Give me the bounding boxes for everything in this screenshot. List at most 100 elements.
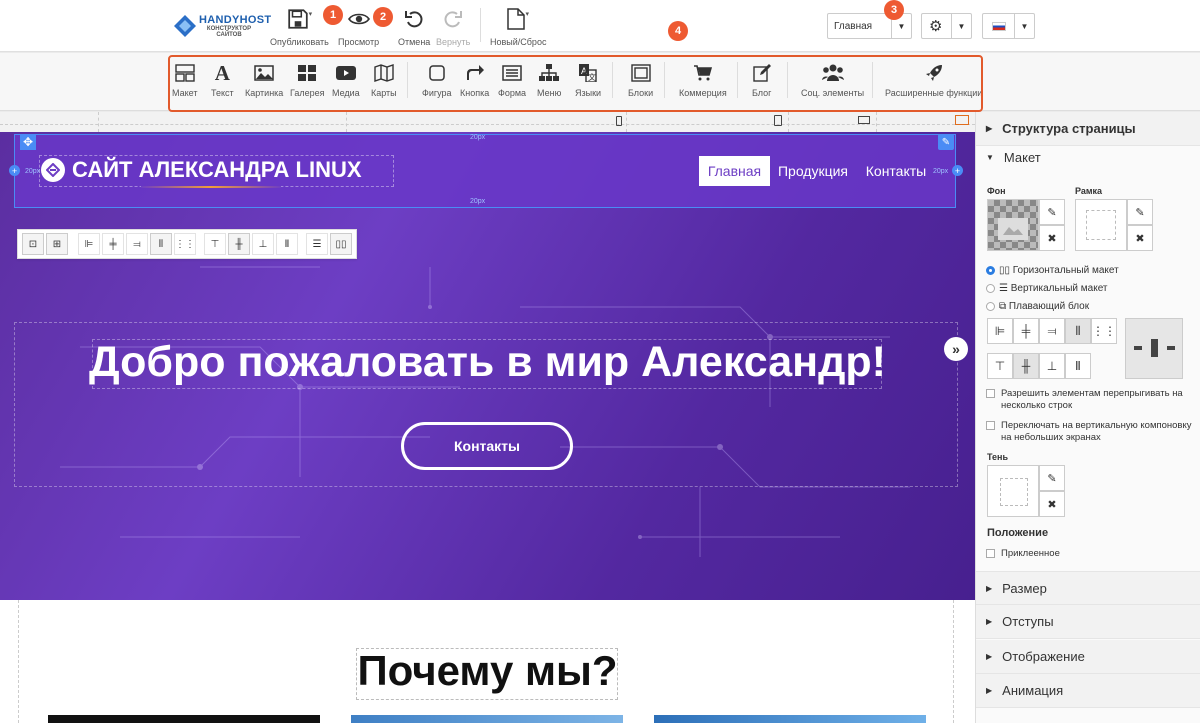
stretch-icon[interactable]: Ⅱ bbox=[276, 233, 298, 255]
border-label: Рамка bbox=[1075, 186, 1103, 196]
new-reset-button[interactable]: ▾ Новый/Сброс bbox=[490, 6, 546, 47]
brand-title[interactable]: САЙТ АЛЕКСАНДРА LINUX bbox=[72, 157, 362, 183]
redo-label: Вернуть bbox=[436, 37, 471, 47]
align-top-icon[interactable]: ⊤ bbox=[204, 233, 226, 255]
layout-option-horizontal[interactable]: ▯▯ Горизонтальный макет bbox=[986, 262, 1119, 280]
page-canvas[interactable]: Добро пожаловать в мир Александр! Контак… bbox=[0, 132, 975, 723]
page-select-value: Главная bbox=[834, 21, 873, 32]
display-section-header[interactable]: ▶ Отображение bbox=[976, 640, 1200, 674]
logo[interactable]: HANDYHOST КОНСТРУКТОР САЙТОВ bbox=[173, 14, 271, 38]
padding-section-header[interactable]: ▶ Отступы bbox=[976, 605, 1200, 639]
nav-item-products[interactable]: Продукция bbox=[773, 156, 853, 186]
padding-top-label: 20px bbox=[470, 134, 486, 141]
add-right-icon[interactable]: + bbox=[952, 165, 963, 176]
padding-bottom-label: 20px bbox=[470, 198, 486, 205]
align-middle-icon[interactable]: ╫ bbox=[228, 233, 250, 255]
panel-align-center-icon[interactable]: ╪ bbox=[1013, 318, 1039, 344]
padding-right-label: 20px bbox=[933, 168, 949, 175]
panel-align-top-icon[interactable]: ⊤ bbox=[987, 353, 1013, 379]
nav-item-home[interactable]: Главная bbox=[699, 156, 770, 186]
badge-3: 3 bbox=[884, 0, 904, 20]
card-image-2 bbox=[351, 715, 623, 723]
alignment-preview bbox=[1125, 318, 1183, 379]
fill-content-icon[interactable]: ⊞ bbox=[46, 233, 68, 255]
preview-label: Просмотр bbox=[338, 37, 380, 47]
panel-align-left-icon[interactable]: ⊫ bbox=[987, 318, 1013, 344]
sticky-option[interactable]: Приклеенное bbox=[986, 548, 1060, 559]
layout-option-floating[interactable]: ⧉ Плавающий блок bbox=[986, 298, 1119, 316]
badge-1: 1 bbox=[323, 5, 343, 25]
panel-align-right-icon[interactable]: ⫤ bbox=[1039, 318, 1065, 344]
site-header[interactable]: САЙТ АЛЕКСАНДРА LINUX Главная Продукция … bbox=[14, 134, 956, 208]
align-left-icon[interactable]: ⊫ bbox=[78, 233, 100, 255]
panel-space-around-icon[interactable]: ⋮⋮ bbox=[1091, 318, 1117, 344]
redo-button[interactable]: Вернуть bbox=[436, 6, 470, 47]
card-image-1 bbox=[48, 715, 320, 723]
remove-border-icon[interactable]: ✖ bbox=[1127, 225, 1153, 251]
divider bbox=[480, 8, 481, 42]
brand-underline bbox=[141, 186, 281, 188]
vertical-layout-icon[interactable]: ☰ bbox=[306, 233, 328, 255]
card-image-3 bbox=[654, 715, 926, 723]
fit-content-icon[interactable]: ⊡ bbox=[22, 233, 44, 255]
undo-button[interactable]: Отмена bbox=[398, 6, 430, 47]
floating-block-icon: ⧉ bbox=[999, 301, 1007, 312]
add-left-icon[interactable]: + bbox=[9, 165, 20, 176]
vertical-compose-option[interactable]: Переключать на вертикальную компоновку н… bbox=[986, 420, 1196, 444]
undo-icon bbox=[405, 11, 423, 28]
mobile-icon[interactable] bbox=[616, 116, 622, 126]
desktop-icon[interactable] bbox=[955, 115, 969, 125]
brand-logo-icon bbox=[41, 158, 65, 182]
hero-contact-button[interactable]: Контакты bbox=[401, 422, 573, 470]
align-bottom-icon[interactable]: ⊥ bbox=[252, 233, 274, 255]
space-between-icon[interactable]: ⦀ bbox=[150, 233, 172, 255]
save-icon bbox=[287, 9, 308, 29]
page-structure-header[interactable]: ▶ Структура страницы bbox=[976, 112, 1200, 146]
edit-pencil-icon[interactable]: ✎ bbox=[938, 134, 954, 150]
image-icon bbox=[998, 218, 1028, 240]
border-preview[interactable] bbox=[1075, 199, 1127, 251]
gear-icon: ⚙ bbox=[929, 18, 943, 35]
edit-shadow-icon[interactable]: ✎ bbox=[1039, 465, 1065, 491]
rows-icon: ☰ bbox=[999, 283, 1008, 294]
remove-background-icon[interactable]: ✖ bbox=[1039, 225, 1065, 251]
animation-section-header[interactable]: ▶ Анимация bbox=[976, 674, 1200, 708]
tablet-icon[interactable] bbox=[774, 115, 782, 126]
align-right-icon[interactable]: ⫤ bbox=[126, 233, 148, 255]
space-around-icon[interactable]: ⋮⋮ bbox=[174, 233, 196, 255]
size-section-header[interactable]: ▶ Размер bbox=[976, 571, 1200, 605]
panel-stretch-icon[interactable]: Ⅱ bbox=[1065, 353, 1091, 379]
badge-4: 4 bbox=[668, 21, 688, 41]
badge-2: 2 bbox=[373, 7, 393, 27]
edit-background-icon[interactable]: ✎ bbox=[1039, 199, 1065, 225]
wrap-option[interactable]: Разрешить элементам перепрыгивать на нес… bbox=[986, 388, 1196, 412]
publish-button[interactable]: ▾ Опубликовать bbox=[270, 6, 329, 47]
horizontal-layout-icon[interactable]: ▯▯ bbox=[330, 233, 352, 255]
shadow-preview[interactable] bbox=[987, 465, 1039, 517]
top-bar: HANDYHOST КОНСТРУКТОР САЙТОВ ▾ Опубликов… bbox=[0, 0, 1200, 52]
nav-item-contacts[interactable]: Контакты bbox=[858, 156, 934, 186]
move-handle-icon[interactable]: ✥ bbox=[20, 134, 36, 150]
align-center-icon[interactable]: ╪ bbox=[102, 233, 124, 255]
section-title[interactable]: Почему мы? bbox=[0, 647, 975, 695]
language-dropdown[interactable]: ▼ bbox=[982, 13, 1035, 39]
layout-section-header[interactable]: ▼ Макет bbox=[976, 142, 1200, 172]
new-file-icon bbox=[507, 8, 526, 30]
laptop-icon[interactable] bbox=[858, 116, 870, 124]
settings-dropdown[interactable]: ⚙ ▼ bbox=[921, 13, 972, 39]
flag-icon bbox=[992, 22, 1006, 31]
background-preview[interactable] bbox=[987, 199, 1039, 251]
panel-space-between-icon[interactable]: ⦀ bbox=[1065, 318, 1091, 344]
expand-panel-icon[interactable]: » bbox=[944, 337, 968, 361]
padding-left-label: 20px bbox=[25, 168, 41, 175]
panel-align-middle-icon[interactable]: ╫ bbox=[1013, 353, 1039, 379]
background-label: Фон bbox=[987, 186, 1006, 196]
remove-shadow-icon[interactable]: ✖ bbox=[1039, 491, 1065, 517]
hero-title[interactable]: Добро пожаловать в мир Александр! bbox=[0, 338, 975, 387]
edit-border-icon[interactable]: ✎ bbox=[1127, 199, 1153, 225]
logo-tagline: КОНСТРУКТОР САЙТОВ bbox=[206, 25, 252, 38]
breakpoint-ruler bbox=[0, 112, 975, 132]
layout-option-vertical[interactable]: ☰ Вертикальный макет bbox=[986, 280, 1119, 298]
layout-options: ▯▯ Горизонтальный макет ☰ Вертикальный м… bbox=[986, 262, 1119, 316]
panel-align-bottom-icon[interactable]: ⊥ bbox=[1039, 353, 1065, 379]
